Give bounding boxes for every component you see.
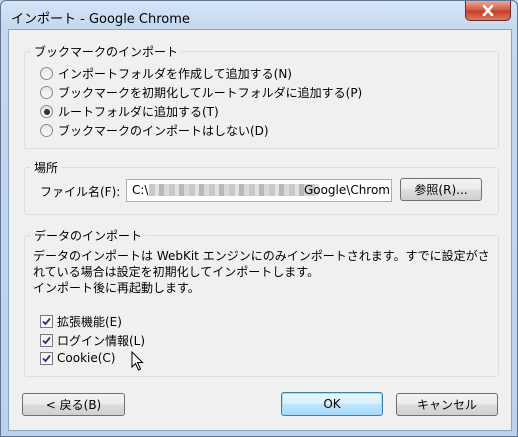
close-button[interactable] [465, 1, 511, 21]
data-import-group: データのインポート データのインポートは WebKit エンジンにのみインポート… [24, 227, 499, 377]
file-path-field[interactable]: C:\ Google\Chrom [126, 179, 392, 202]
location-legend: 場所 [31, 159, 62, 176]
radio-button-selected-icon[interactable] [40, 105, 53, 118]
cancel-button[interactable]: キャンセル [396, 393, 498, 416]
checkmark-icon [42, 354, 51, 362]
checkbox-login-info[interactable]: ログイン情報(L) [40, 332, 145, 349]
checkmark-icon [42, 317, 51, 326]
radio-button-icon[interactable] [40, 86, 53, 99]
data-import-description: データのインポートは WebKit エンジンにのみインポートされます。すでに設定… [33, 248, 490, 296]
back-button[interactable]: < 戻る(B) [22, 393, 125, 416]
file-path-start: C:\ [132, 183, 149, 197]
checkbox-cookie[interactable]: Cookie(C) [40, 351, 115, 365]
location-group: 場所 ファイル名(F): C:\ Google\Chrom 参照(R)... [24, 159, 499, 215]
description-line: インポート後に再起動します。 [33, 281, 200, 295]
ok-button[interactable]: OK [281, 392, 383, 416]
checkbox-extensions[interactable]: 拡張機能(E) [40, 313, 122, 330]
radio-reset-add-root[interactable]: ブックマークを初期化してルートフォルダに追加する(P) [40, 84, 362, 101]
title-bar[interactable]: インポート - Google Chrome [1, 1, 517, 29]
radio-label: ブックマークのインポートはしない(D) [58, 124, 269, 138]
mouse-cursor-icon [131, 351, 144, 371]
redacted-path [149, 184, 319, 196]
browse-button[interactable]: 参照(R)... [400, 178, 482, 201]
dialog-content: ブックマークのインポート インポートフォルダを作成して追加する(N) ブックマー… [8, 29, 512, 431]
checkbox-icon[interactable] [40, 351, 53, 365]
radio-no-import[interactable]: ブックマークのインポートはしない(D) [40, 122, 269, 139]
window-title: インポート - Google Chrome [11, 12, 190, 27]
radio-add-to-root[interactable]: ルートフォルダに追加する(T) [40, 103, 219, 120]
data-import-legend: データのインポート [31, 227, 146, 244]
radio-label: ルートフォルダに追加する(T) [58, 105, 219, 119]
checkmark-icon [42, 336, 51, 345]
radio-create-import-folder[interactable]: インポートフォルダを作成して追加する(N) [40, 65, 292, 82]
checkbox-label: 拡張機能(E) [57, 315, 122, 329]
bookmark-import-legend: ブックマークのインポート [31, 43, 182, 60]
checkbox-icon[interactable] [40, 315, 53, 328]
radio-button-icon[interactable] [40, 67, 53, 80]
checkbox-label: ログイン情報(L) [57, 334, 146, 348]
description-line: データのインポートは WebKit エンジンにのみインポートされます。すでに設定… [33, 249, 490, 263]
radio-button-icon[interactable] [40, 124, 53, 137]
dialog-window: インポート - Google Chrome ブックマークのインポート インポート… [0, 0, 518, 437]
radio-label: ブックマークを初期化してルートフォルダに追加する(P) [58, 86, 363, 100]
close-icon [482, 5, 494, 16]
radio-label: インポートフォルダを作成して追加する(N) [58, 67, 292, 81]
checkbox-icon[interactable] [40, 334, 53, 347]
bookmark-import-group: ブックマークのインポート インポートフォルダを作成して追加する(N) ブックマー… [24, 43, 499, 149]
description-line: れている場合は設定を初期化してインポートします。 [33, 265, 320, 279]
file-path-end: Google\Chrom [303, 183, 390, 197]
checkbox-label: Cookie(C) [57, 351, 116, 365]
file-name-label: ファイル名(F): [40, 185, 121, 199]
